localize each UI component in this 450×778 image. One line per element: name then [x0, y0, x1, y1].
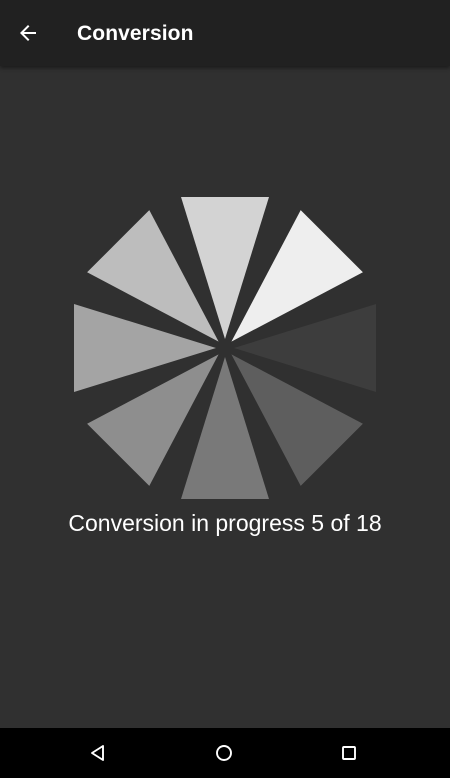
system-navigation-bar: [0, 728, 450, 778]
arrow-left-icon: [20, 25, 36, 41]
conversion-screen: Conversion Conversion in progress 5 of 1…: [0, 0, 450, 778]
nav-recents-button[interactable]: [325, 730, 373, 776]
triangle-back-icon: [91, 745, 104, 761]
segmented-spinner-icon: [74, 197, 376, 499]
nav-back-button[interactable]: [74, 730, 122, 776]
progress-spinner: [70, 193, 380, 503]
back-button[interactable]: [6, 11, 50, 55]
circle-home-icon: [216, 745, 232, 761]
page-title: Conversion: [77, 22, 194, 45]
progress-status-text: Conversion in progress 5 of 18: [68, 510, 382, 536]
nav-home-button[interactable]: [200, 730, 248, 776]
app-bar: Conversion: [0, 0, 450, 66]
square-recents-icon: [342, 746, 356, 760]
